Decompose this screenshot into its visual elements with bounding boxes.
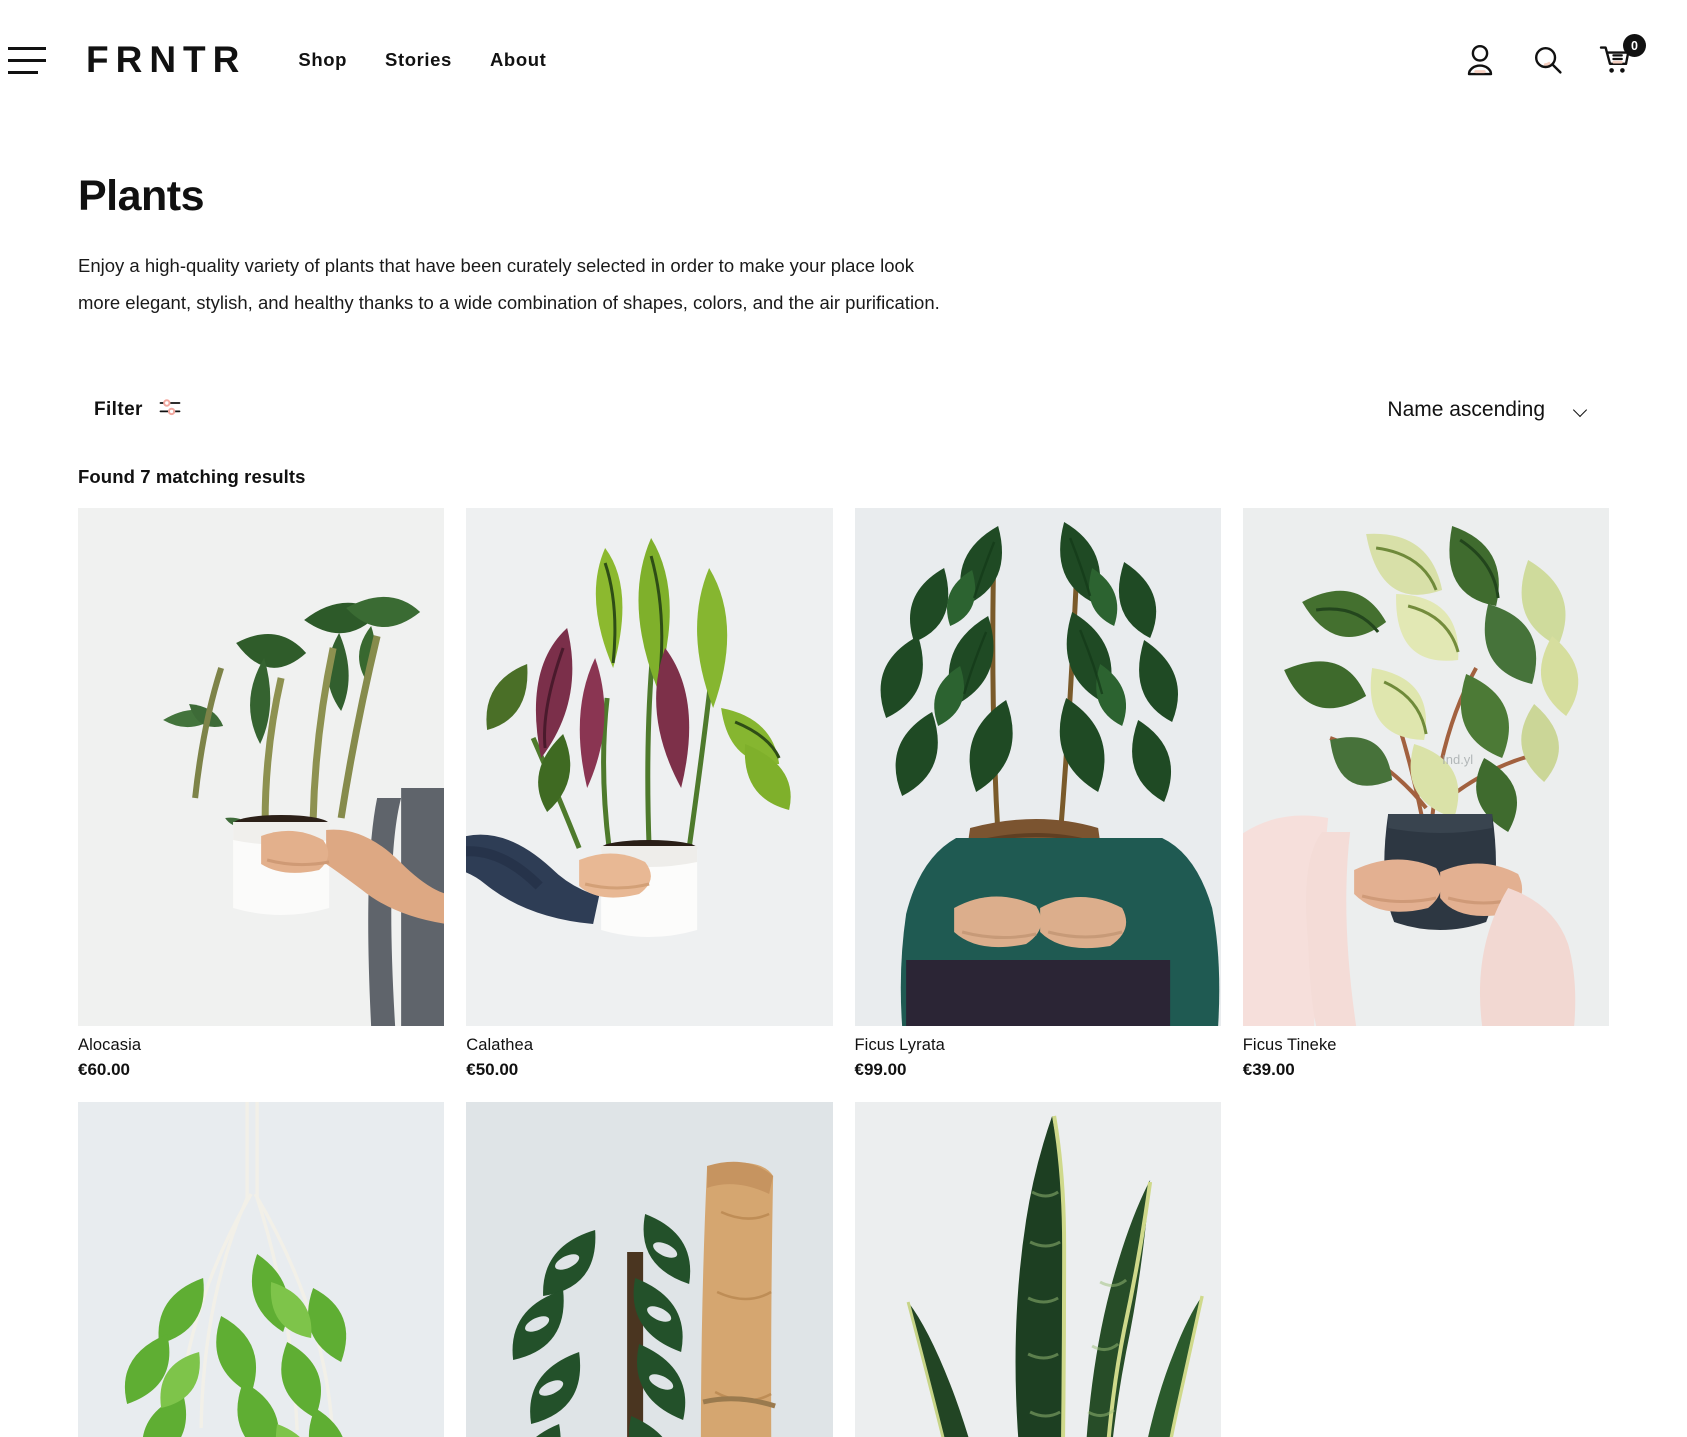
brand-logo[interactable]: FRNTR bbox=[86, 39, 246, 81]
product-grid: Alocasia €60.00 Calathea €50.00 Ficus Ly… bbox=[78, 508, 1609, 1437]
hamburger-menu-icon[interactable] bbox=[8, 37, 54, 83]
product-card[interactable]: Alocasia €60.00 bbox=[78, 508, 445, 1080]
pothos-in-pink-hanging-pot[interactable] bbox=[78, 1102, 445, 1437]
hamburger-bar bbox=[8, 58, 46, 62]
sort-dropdown[interactable]: Name ascending bbox=[1387, 398, 1593, 422]
product-name: Alocasia bbox=[78, 1036, 142, 1054]
sort-selected-value: Name ascending bbox=[1387, 397, 1545, 421]
product-price: €60.00 bbox=[78, 1060, 130, 1079]
hamburger-bar bbox=[8, 46, 46, 50]
page-description-line-1: Enjoy a high-quality variety of plants t… bbox=[78, 255, 915, 276]
product-card[interactable]: Calathea €50.00 bbox=[466, 508, 833, 1080]
filter-sort-bar: Filter Name ascending bbox=[78, 397, 1609, 422]
ficus-tineke-held-in-grey-pot[interactable]: Ind.yl bbox=[1242, 508, 1609, 1026]
header-icon-group: 0 bbox=[1463, 34, 1657, 78]
product-price: €50.00 bbox=[466, 1060, 519, 1079]
product-name: Ficus Lyrata bbox=[854, 1036, 945, 1054]
nav-link-stories[interactable]: Stories bbox=[385, 49, 452, 71]
user-account-icon[interactable] bbox=[1463, 42, 1497, 78]
monstera-with-paper-wrap[interactable] bbox=[466, 1102, 833, 1437]
sliders-filter-icon bbox=[159, 397, 181, 422]
page-description: Enjoy a high-quality variety of plants t… bbox=[78, 247, 1018, 321]
product-name: Ficus Tineke bbox=[1242, 1036, 1337, 1054]
snake-plant-sansevieria[interactable] bbox=[854, 1102, 1221, 1437]
product-card[interactable] bbox=[78, 1102, 445, 1437]
product-card[interactable]: Ficus Lyrata €99.00 bbox=[854, 508, 1221, 1080]
hamburger-bar bbox=[8, 70, 38, 74]
product-price: €39.00 bbox=[1242, 1060, 1295, 1079]
cart-count-badge: 0 bbox=[1623, 34, 1646, 57]
alocasia-held-in-white-pot[interactable] bbox=[78, 508, 445, 1026]
product-card[interactable] bbox=[854, 1102, 1221, 1437]
nav-link-shop[interactable]: Shop bbox=[298, 49, 347, 71]
nav-link-about[interactable]: About bbox=[490, 49, 546, 71]
calathea-held-in-white-pot[interactable] bbox=[466, 508, 833, 1026]
chevron-down-icon bbox=[1575, 405, 1589, 414]
page-title: Plants bbox=[78, 172, 205, 220]
filter-button[interactable]: Filter bbox=[94, 397, 181, 422]
results-count: Found 7 matching results bbox=[78, 466, 306, 487]
site-header: FRNTR Shop Stories About 0 bbox=[0, 0, 1687, 120]
ficus-lyrata-bare-root-held[interactable] bbox=[854, 508, 1221, 1026]
search-icon[interactable] bbox=[1531, 43, 1565, 77]
main-navigation: Shop Stories About bbox=[298, 49, 546, 71]
product-name: Calathea bbox=[466, 1036, 534, 1054]
product-price: €99.00 bbox=[854, 1060, 907, 1079]
page-description-line-2: more elegant, stylish, and healthy thank… bbox=[78, 292, 940, 313]
page-content: Plants Enjoy a high-quality variety of p… bbox=[0, 172, 1687, 1437]
filter-label: Filter bbox=[94, 398, 143, 420]
product-card[interactable]: Ind.yl Ficus Tineke €39.00 bbox=[1242, 508, 1609, 1080]
shopping-cart-icon[interactable]: 0 bbox=[1599, 34, 1646, 77]
svg-text:Ind.yl: Ind.yl bbox=[1442, 752, 1473, 767]
product-card[interactable] bbox=[466, 1102, 833, 1437]
